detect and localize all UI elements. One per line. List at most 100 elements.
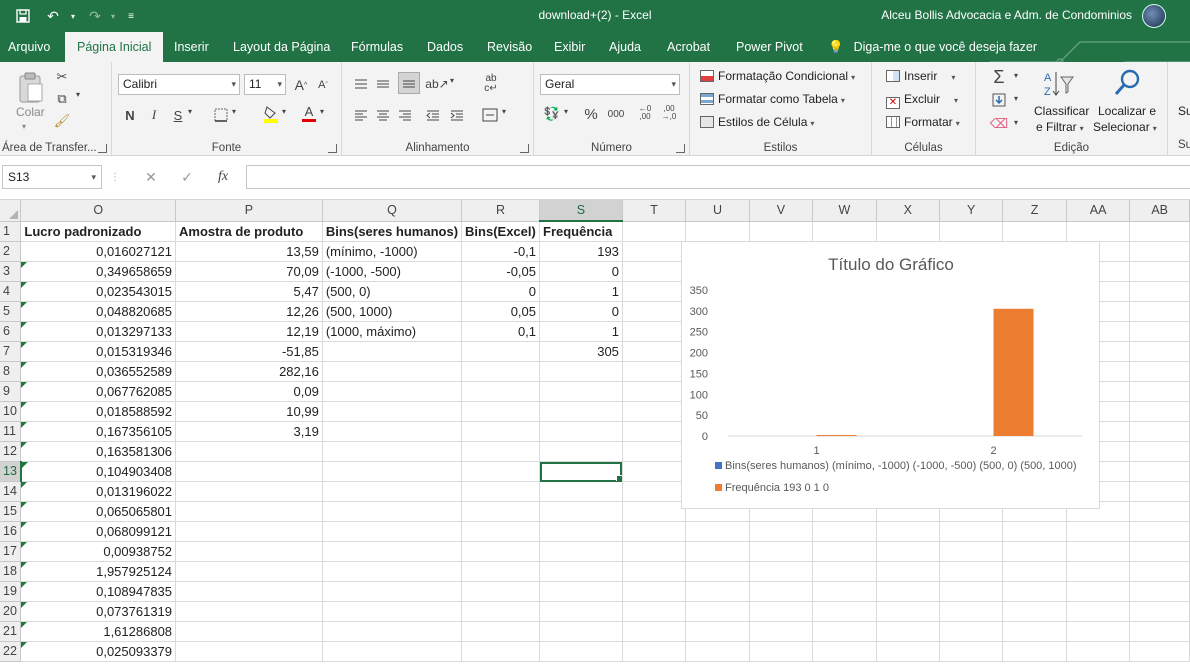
column-header[interactable]: Y (939, 200, 1004, 222)
user-name[interactable]: Alceu Bollis Advocacia e Adm. de Condomi… (881, 8, 1132, 22)
cell-AA19[interactable] (1066, 581, 1131, 602)
fill-dropdown-icon[interactable]: ▾ (1014, 94, 1018, 103)
cell-P5[interactable]: 12,26 (175, 301, 323, 322)
cell-P22[interactable] (175, 641, 323, 662)
cell-U21[interactable] (685, 621, 750, 642)
cell-T10[interactable] (622, 401, 687, 422)
cell-U22[interactable] (685, 641, 750, 662)
cell-S9[interactable] (539, 381, 623, 402)
tab-dados[interactable]: Dados (427, 32, 463, 62)
cell-AB21[interactable] (1129, 621, 1190, 642)
cell-AA22[interactable] (1066, 641, 1131, 662)
cell-AB1[interactable] (1129, 221, 1190, 242)
row-header[interactable]: 5 (0, 301, 22, 322)
cell-AB22[interactable] (1129, 641, 1190, 662)
column-header[interactable]: AA (1066, 200, 1131, 222)
cell-styles-button[interactable]: Estilos de Célula ▾ (700, 115, 814, 129)
column-header[interactable]: V (749, 200, 814, 222)
format-as-table-button[interactable]: Formatar como Tabela ▾ (700, 92, 845, 106)
cell-Q15[interactable] (322, 501, 463, 522)
cell-Q22[interactable] (322, 641, 463, 662)
row-header[interactable]: 1 (0, 221, 22, 242)
row-header[interactable]: 15 (0, 501, 22, 522)
cell-R1[interactable]: Bins(Excel) (461, 221, 541, 242)
row-header[interactable]: 7 (0, 341, 22, 362)
cell-R9[interactable] (461, 381, 541, 402)
cell-O18[interactable]: 1,957925124 (20, 561, 177, 582)
grow-font-button[interactable]: A ^ (292, 75, 310, 95)
row-header[interactable]: 21 (0, 621, 22, 642)
autosum-icon[interactable]: Σ (988, 66, 1010, 88)
row-header[interactable]: 8 (0, 361, 22, 382)
cell-AA1[interactable] (1066, 221, 1131, 242)
cell-AB10[interactable] (1129, 401, 1190, 422)
cell-S19[interactable] (539, 581, 623, 602)
worksheet-grid[interactable]: O P Q R S T U V W X Y Z AA AB 1 Lucro pad… (0, 200, 1190, 667)
cell-W18[interactable] (812, 561, 877, 582)
cell-R13[interactable] (461, 461, 541, 482)
cell-AB2[interactable] (1129, 241, 1190, 262)
cell-Q8[interactable] (322, 361, 463, 382)
row-header[interactable]: 10 (0, 401, 22, 422)
fill-icon[interactable] (988, 90, 1010, 110)
align-right-icon[interactable] (396, 105, 414, 125)
cell-R4[interactable]: 0 (461, 281, 541, 302)
chart[interactable]: Título do Gráfico 0 50 100 150 200 250 300 350 1 2… (681, 241, 1100, 509)
number-launcher-icon[interactable] (676, 144, 685, 153)
cell-R12[interactable] (461, 441, 541, 462)
cell-S8[interactable] (539, 361, 623, 382)
cell-Y19[interactable] (939, 581, 1004, 602)
cell-O11[interactable]: 0,167356105 (20, 421, 177, 442)
copy-dropdown-icon[interactable]: ▾ (76, 90, 80, 99)
cell-P14[interactable] (175, 481, 323, 502)
avatar[interactable] (1142, 4, 1166, 28)
tab-ajuda[interactable]: Ajuda (609, 32, 641, 62)
cell-R7[interactable] (461, 341, 541, 362)
column-header[interactable]: U (685, 200, 750, 222)
cell-O13[interactable]: 0,104903408 (20, 461, 177, 482)
cell-AA16[interactable] (1066, 521, 1131, 542)
cell-T18[interactable] (622, 561, 687, 582)
decrease-decimal-icon[interactable]: ,00 →,0 (658, 102, 680, 124)
cell-Q13[interactable] (322, 461, 463, 482)
cell-P10[interactable]: 10,99 (175, 401, 323, 422)
cell-Z1[interactable] (1002, 221, 1067, 242)
cell-Q10[interactable] (322, 401, 463, 422)
bold-button[interactable]: N (122, 105, 138, 125)
cell-R20[interactable] (461, 601, 541, 622)
cell-T5[interactable] (622, 301, 687, 322)
cell-S1[interactable]: Frequência (539, 221, 623, 242)
cell-P16[interactable] (175, 521, 323, 542)
cell-Q16[interactable] (322, 521, 463, 542)
cell-AB15[interactable] (1129, 501, 1190, 522)
cell-Y22[interactable] (939, 641, 1004, 662)
percent-button[interactable]: % (582, 104, 600, 124)
insert-cells-button[interactable]: Inserir ▾ (886, 69, 955, 83)
cell-S3[interactable]: 0 (539, 261, 623, 282)
cell-O14[interactable]: 0,013196022 (20, 481, 177, 502)
name-box[interactable]: S13 ▾ (2, 165, 102, 189)
cell-AB7[interactable] (1129, 341, 1190, 362)
cell-X19[interactable] (876, 581, 941, 602)
cell-P17[interactable] (175, 541, 323, 562)
cell-W20[interactable] (812, 601, 877, 622)
cell-O21[interactable]: 1,61286808 (20, 621, 177, 642)
cell-W1[interactable] (812, 221, 877, 242)
cell-V21[interactable] (749, 621, 814, 642)
merge-center-icon[interactable] (480, 105, 500, 125)
row-header[interactable]: 4 (0, 281, 22, 302)
tab-revisao[interactable]: Revisão (487, 32, 532, 62)
cell-T22[interactable] (622, 641, 687, 662)
cell-O4[interactable]: 0,023543015 (20, 281, 177, 302)
tab-acrobat[interactable]: Acrobat (667, 32, 710, 62)
cell-U16[interactable] (685, 521, 750, 542)
cell-AA18[interactable] (1066, 561, 1131, 582)
cell-R15[interactable] (461, 501, 541, 522)
cell-T8[interactable] (622, 361, 687, 382)
cell-V16[interactable] (749, 521, 814, 542)
find-select-button[interactable]: Selecionar ▾ (1093, 120, 1157, 134)
cell-R19[interactable] (461, 581, 541, 602)
cell-AB11[interactable] (1129, 421, 1190, 442)
align-bottom-icon[interactable] (398, 72, 420, 94)
cell-R8[interactable] (461, 361, 541, 382)
